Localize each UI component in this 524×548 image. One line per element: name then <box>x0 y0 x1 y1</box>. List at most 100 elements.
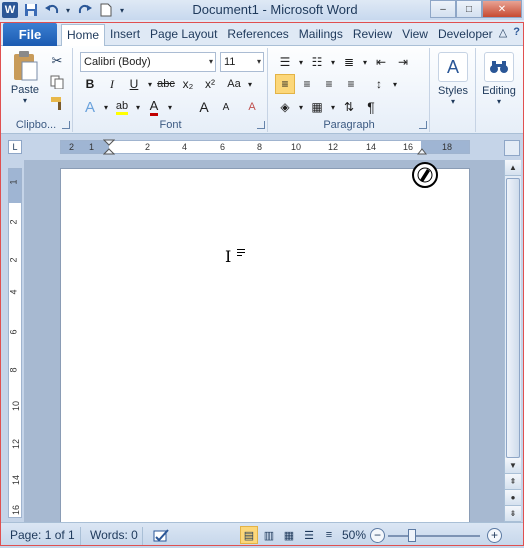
redo-icon[interactable] <box>76 2 93 18</box>
minimize-button[interactable]: – <box>430 0 456 18</box>
zoom-slider[interactable] <box>388 535 480 537</box>
scroll-up-icon[interactable]: ▲ <box>505 160 521 176</box>
shading-dropdown-icon[interactable]: ▾ <box>297 97 305 117</box>
vertical-ruler[interactable]: 1 2 2 4 6 8 10 12 14 16 <box>8 168 22 518</box>
numbering-icon[interactable]: ☷ <box>307 52 327 72</box>
maximize-button[interactable]: □ <box>456 0 482 18</box>
tab-review[interactable]: Review <box>348 24 397 46</box>
format-painter-icon[interactable] <box>48 94 66 111</box>
tab-view[interactable]: View <box>397 24 433 46</box>
styles-group: A Styles ▾ <box>431 48 476 132</box>
tab-mailings[interactable]: Mailings <box>294 24 348 46</box>
line-spacing-icon[interactable]: ↕ <box>369 74 389 94</box>
save-icon[interactable] <box>22 2 39 18</box>
font-size-combo[interactable]: 11 ▾ <box>220 52 264 72</box>
outline-view-icon[interactable]: ☰ <box>300 526 318 544</box>
justify-icon[interactable]: ≡ <box>341 74 361 94</box>
full-screen-reading-view-icon[interactable]: ▥ <box>260 526 278 544</box>
multilevel-list-icon[interactable]: ≣ <box>339 52 359 72</box>
first-line-indent-marker-icon[interactable] <box>103 139 115 155</box>
bullets-dropdown-icon[interactable]: ▾ <box>297 52 305 72</box>
previous-page-icon[interactable]: ⇞ <box>505 474 521 490</box>
text-effects-dropdown-icon[interactable]: ▾ <box>102 97 110 117</box>
scroll-thumb[interactable] <box>506 178 520 458</box>
web-layout-view-icon[interactable]: ▦ <box>280 526 298 544</box>
paragraph-dialog-launcher-icon[interactable] <box>419 121 427 129</box>
tab-references[interactable]: References <box>222 24 293 46</box>
superscript-button[interactable]: x² <box>200 74 220 94</box>
highlight-color-button[interactable]: ab <box>112 97 132 117</box>
increase-indent-icon[interactable]: ⇥ <box>393 52 413 72</box>
font-dialog-launcher-icon[interactable] <box>257 121 265 129</box>
shrink-font-button[interactable]: A <box>216 97 236 117</box>
copy-icon[interactable] <box>48 73 66 90</box>
zoom-slider-knob[interactable] <box>408 529 416 542</box>
document-page[interactable]: I <box>60 168 470 522</box>
undo-dropdown-icon[interactable]: ▾ <box>64 2 72 18</box>
font-color-button[interactable]: A <box>144 97 164 117</box>
show-marks-button[interactable]: ¶ <box>361 97 381 117</box>
align-center-icon[interactable]: ≡ <box>297 74 317 94</box>
tab-home[interactable]: Home <box>61 24 106 46</box>
proofing-icon[interactable] <box>152 528 170 547</box>
minimize-ribbon-icon[interactable]: △ <box>499 26 507 39</box>
underline-button[interactable]: U <box>124 74 144 94</box>
cut-icon[interactable]: ✂ <box>48 52 66 69</box>
align-left-icon[interactable]: ≡ <box>275 74 295 94</box>
clear-formatting-button[interactable]: A <box>242 97 262 117</box>
text-effects-button[interactable]: A <box>80 97 100 117</box>
editing-button[interactable]: Editing ▾ <box>477 52 521 106</box>
strikethrough-button[interactable]: abc <box>156 74 176 94</box>
customize-qat-icon[interactable]: ▾ <box>118 2 126 18</box>
word-count[interactable]: Words: 0 <box>90 528 138 542</box>
numbering-dropdown-icon[interactable]: ▾ <box>329 52 337 72</box>
view-buttons: ▤ ▥ ▦ ☰ ≡ <box>240 526 338 544</box>
next-page-icon[interactable]: ⇟ <box>505 506 521 522</box>
change-case-dropdown-icon[interactable]: ▾ <box>246 74 254 94</box>
borders-icon[interactable]: ▦ <box>307 97 327 117</box>
multilevel-dropdown-icon[interactable]: ▾ <box>361 52 369 72</box>
print-layout-view-icon[interactable]: ▤ <box>240 526 258 544</box>
tab-insert[interactable]: Insert <box>105 24 145 46</box>
zoom-in-button[interactable]: + <box>487 528 502 543</box>
bullets-icon[interactable]: ☰ <box>275 52 295 72</box>
shading-icon[interactable]: ◈ <box>275 97 295 117</box>
styles-button[interactable]: A Styles ▾ <box>431 52 475 106</box>
font-color-dropdown-icon[interactable]: ▾ <box>166 97 174 117</box>
line-spacing-dropdown-icon[interactable]: ▾ <box>391 74 399 94</box>
browse-object-icon[interactable]: ● <box>505 490 521 506</box>
tab-page-layout[interactable]: Page Layout <box>145 24 222 46</box>
scroll-down-icon[interactable]: ▼ <box>505 458 521 474</box>
sort-icon[interactable]: ⇅ <box>339 97 359 117</box>
close-button[interactable]: ✕ <box>482 0 522 18</box>
tab-selector-button[interactable]: L <box>8 140 22 154</box>
align-right-icon[interactable]: ≡ <box>319 74 339 94</box>
page-count[interactable]: Page: 1 of 1 <box>10 528 75 542</box>
font-family-combo[interactable]: Calibri (Body) ▾ <box>80 52 216 72</box>
view-ruler-button[interactable] <box>504 140 520 156</box>
word-logo-icon[interactable]: W <box>2 2 18 18</box>
decrease-indent-icon[interactable]: ⇤ <box>371 52 391 72</box>
paste-dropdown-icon[interactable]: ▾ <box>23 96 27 105</box>
draft-view-icon[interactable]: ≡ <box>320 526 338 544</box>
change-case-button[interactable]: Aa <box>224 74 244 94</box>
zoom-out-button[interactable]: − <box>370 528 385 543</box>
highlight-dropdown-icon[interactable]: ▾ <box>134 97 142 117</box>
paste-button[interactable]: Paste ▾ <box>6 50 44 110</box>
horizontal-ruler[interactable]: 2 1 2 4 6 8 10 12 14 16 18 <box>60 139 470 155</box>
italic-button[interactable]: I <box>102 74 122 94</box>
underline-dropdown-icon[interactable]: ▾ <box>146 74 154 94</box>
subscript-button[interactable]: x₂ <box>178 74 198 94</box>
borders-dropdown-icon[interactable]: ▾ <box>329 97 337 117</box>
grow-font-button[interactable]: A <box>194 97 214 117</box>
help-icon[interactable]: ? <box>513 26 520 39</box>
tab-developer[interactable]: Developer <box>433 24 498 46</box>
file-tab[interactable]: File <box>3 23 57 46</box>
clipboard-dialog-launcher-icon[interactable] <box>62 121 70 129</box>
bold-button[interactable]: B <box>80 74 100 94</box>
zoom-level[interactable]: 50% <box>342 528 366 542</box>
right-indent-marker-icon[interactable] <box>417 145 427 155</box>
new-document-icon[interactable] <box>97 2 114 18</box>
vertical-scrollbar[interactable]: ▲ ▼ ⇞ ● ⇟ <box>504 160 521 522</box>
undo-icon[interactable] <box>43 2 60 18</box>
